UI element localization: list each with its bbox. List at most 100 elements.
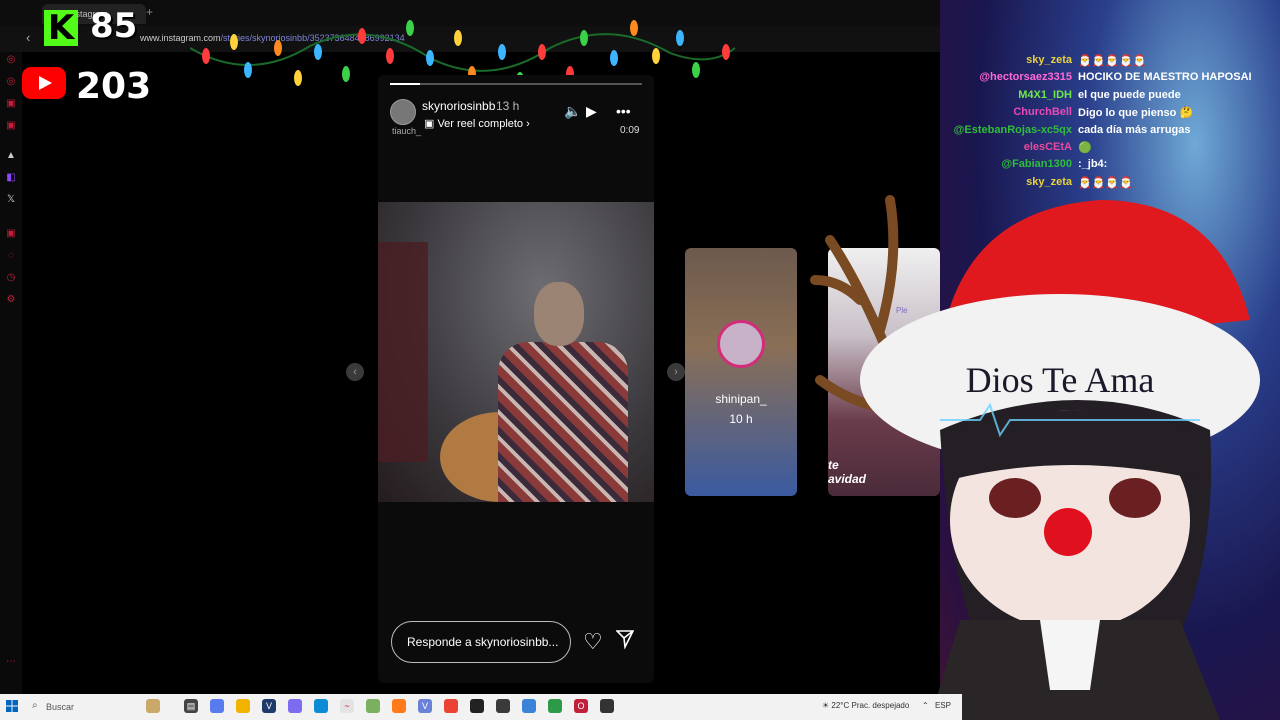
back-arrow-icon[interactable]: ‹	[26, 30, 30, 45]
send-icon[interactable]	[616, 629, 634, 649]
shirt-collar	[1040, 620, 1100, 690]
chat-text: HOCIKO DE MAESTRO HAPOSAI	[1078, 71, 1252, 84]
more-options-icon[interactable]: •••	[616, 103, 631, 119]
chrome-icon[interactable]	[444, 699, 458, 713]
vtuber-avatar: Dios Te Ama	[810, 195, 1260, 720]
windows-taskbar: ⌕ Buscar ▤ V ~ V O ☀ 22°C Prac. despejado…	[0, 694, 962, 720]
chat-text: cada día más arrugas	[1078, 123, 1191, 136]
story-username[interactable]: skynoriosinbb	[422, 99, 495, 113]
chat-username: elesCEtA	[1023, 141, 1072, 153]
app-icon-v[interactable]: V	[262, 699, 276, 713]
story-duration: 0:09	[620, 125, 640, 136]
chat-text: 🎅🎅🎅🎅🎅	[1078, 55, 1147, 67]
chat-username: @Fabian1300	[1001, 158, 1072, 171]
weather-text: 22°C Prac. despejado	[831, 701, 910, 710]
chat-text: Digo lo que pienso 🤔	[1078, 107, 1194, 120]
windows-start-icon[interactable]	[6, 700, 18, 712]
card1-username: shinipan_	[715, 392, 767, 406]
search-label: Buscar	[46, 702, 75, 712]
chat-message: @EstebanRojas-xc5qx cada día más arrugas	[920, 124, 1280, 141]
chat-text: :_jb4:	[1078, 158, 1108, 171]
next-story-arrow-icon[interactable]: ›	[667, 363, 685, 381]
story-progress-fill	[390, 83, 421, 85]
story-user-avatar[interactable]	[390, 99, 416, 125]
file-explorer-icon[interactable]	[236, 699, 250, 713]
card1-time-ago: 10 h	[729, 412, 753, 426]
video-man-body	[498, 342, 628, 502]
reply-placeholder: Responde a skynoriosinbb...	[407, 635, 559, 649]
chat-username: M4X1_IDH	[1018, 88, 1072, 101]
story-viewer[interactable]: skynoriosinbb 13 h ▣ Ver reel completo ›…	[378, 75, 654, 683]
copilot-icon[interactable]	[210, 699, 224, 713]
screen: Instagram + ○–▢✕ ‹ www.instagram.com/sto…	[0, 0, 1280, 720]
sidebar-icon-1[interactable]: ◎	[5, 54, 17, 66]
app-icon-2[interactable]: ~	[340, 699, 354, 713]
chat-username: sky_zeta	[1026, 54, 1072, 66]
chat-message: M4X1_IDH el que puede puede	[920, 89, 1280, 106]
chat-username: ChurchBell	[1013, 106, 1072, 119]
chat-message: @Fabian1300 :_jb4:	[920, 158, 1280, 175]
video-man-head	[534, 282, 584, 346]
app-icon-4[interactable]	[496, 699, 510, 713]
twitch-icon[interactable]: ◧	[5, 172, 17, 184]
app-icon-3[interactable]	[366, 699, 380, 713]
language-indicator: ESP	[934, 701, 951, 710]
sidebar-icon-3[interactable]: ▣	[5, 98, 17, 110]
left-eye	[989, 478, 1041, 518]
chat-text: 🟢	[1078, 142, 1092, 154]
obs-icon[interactable]	[470, 699, 484, 713]
reel-link-label: Ver reel completo	[437, 118, 524, 130]
x-icon[interactable]: 𝕏	[5, 194, 17, 206]
story-progress-bar	[390, 83, 642, 85]
previous-story-arrow-icon[interactable]: ‹	[346, 363, 364, 381]
video-curtain	[378, 242, 428, 462]
chat-username: @hectorsaez3315	[979, 71, 1072, 84]
card1-avatar	[717, 320, 765, 368]
system-tray[interactable]: ⌃ ESP	[922, 701, 951, 710]
chat-message: sky_zeta 🎅🎅🎅🎅🎅	[920, 54, 1280, 71]
reply-input[interactable]: Responde a skynoriosinbb...	[391, 621, 571, 663]
task-view-icon[interactable]: ▤	[184, 699, 198, 713]
app-icon-vs[interactable]: V	[418, 699, 432, 713]
opera-gx-icon[interactable]: O	[574, 699, 588, 713]
sidebar-more-icon[interactable]: ⋯	[5, 656, 17, 668]
new-tab-button[interactable]: +	[146, 5, 153, 19]
youtube-viewer-count: 203	[76, 66, 152, 107]
sidebar-icon-7[interactable]: ◌	[5, 250, 17, 262]
youtube-logo	[22, 67, 66, 99]
taskbar-widget-icon[interactable]	[146, 699, 160, 713]
firefox-icon[interactable]	[392, 699, 406, 713]
app-icon-5[interactable]	[522, 699, 536, 713]
right-eye	[1109, 478, 1161, 518]
hat-text: Dios Te Ama	[966, 360, 1155, 400]
sidebar-icon-6[interactable]: ▣	[5, 228, 17, 240]
sidebar-icon-8[interactable]: ◷	[5, 272, 17, 284]
like-heart-icon[interactable]: ♡	[583, 629, 603, 655]
story-time-ago: 13 h	[496, 99, 520, 113]
settings-icon[interactable]: ⚙	[5, 294, 17, 306]
volume-icon[interactable]: 🔈	[564, 103, 581, 120]
red-nose	[1044, 508, 1092, 556]
browser-sidebar: ◎ ◎ ▣ ▣ ▲ ◧ 𝕏 ▣ ◌ ◷ ⚙ ⋯	[0, 52, 22, 694]
story-preview-card-1[interactable]: shinipan_ 10 h	[685, 248, 797, 496]
kick-logo: K	[44, 10, 78, 46]
chat-message: @hectorsaez3315 HOCIKO DE MAESTRO HAPOSAI	[920, 71, 1280, 88]
edge-icon[interactable]	[314, 699, 328, 713]
sidebar-icon-2[interactable]: ◎	[5, 76, 17, 88]
app-icon-1[interactable]	[288, 699, 302, 713]
search-icon: ⌕	[32, 700, 38, 711]
story-subtitle: tiauch_	[392, 126, 422, 136]
app-icon-6[interactable]	[548, 699, 562, 713]
pause-icon[interactable]: ▶	[586, 103, 597, 120]
chat-text: el que puede puede	[1078, 88, 1181, 101]
sidebar-icon-5[interactable]: ▲	[5, 150, 17, 162]
view-full-reel-link[interactable]: ▣ Ver reel completo ›	[424, 117, 530, 130]
kick-viewer-count: 85	[90, 6, 138, 46]
story-video[interactable]	[378, 202, 654, 502]
sidebar-icon-4[interactable]: ▣	[5, 120, 17, 132]
app-icon-7[interactable]	[600, 699, 614, 713]
chat-message: ChurchBell Digo lo que pienso 🤔	[920, 106, 1280, 123]
weather-widget[interactable]: ☀ 22°C Prac. despejado	[822, 701, 909, 710]
chat-message: elesCEtA 🟢	[920, 141, 1280, 158]
chat-username: @EstebanRojas-xc5qx	[953, 123, 1072, 136]
